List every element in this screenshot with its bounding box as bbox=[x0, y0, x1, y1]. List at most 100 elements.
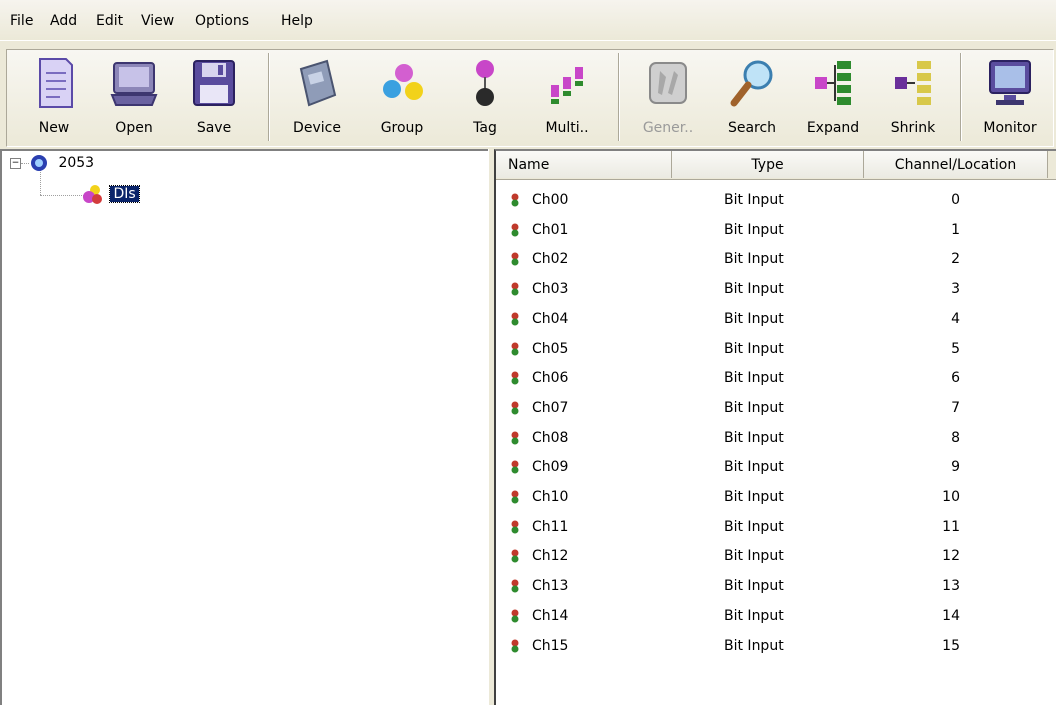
tag-status-icon bbox=[508, 223, 522, 237]
multi-button[interactable]: Multi.. bbox=[534, 51, 600, 145]
tag-status-icon bbox=[508, 282, 522, 296]
column-header-name[interactable]: Name bbox=[496, 151, 672, 178]
tag-status-icon bbox=[508, 639, 522, 653]
row-type: Bit Input bbox=[724, 370, 784, 387]
open-folder-icon bbox=[108, 55, 160, 111]
monitor-button-label: Monitor bbox=[983, 120, 1037, 136]
menu-bar: File Add Edit View Options Help bbox=[0, 0, 1056, 40]
menu-view[interactable]: View bbox=[141, 12, 174, 30]
row-channel: 2 bbox=[951, 251, 960, 268]
row-type: Bit Input bbox=[724, 429, 784, 446]
menu-edit[interactable]: Edit bbox=[96, 12, 123, 30]
tag-pin-icon bbox=[459, 55, 511, 111]
shrink-button[interactable]: Shrink bbox=[882, 51, 944, 145]
tag-status-icon bbox=[508, 431, 522, 445]
row-type: Bit Input bbox=[724, 548, 784, 565]
list-row[interactable]: Ch06 Bit Input 6 bbox=[496, 363, 1056, 393]
group-button-label: Group bbox=[380, 120, 424, 136]
tag-status-icon bbox=[508, 401, 522, 415]
menu-add[interactable]: Add bbox=[50, 12, 77, 30]
tree-expander-2053[interactable]: − bbox=[10, 158, 21, 169]
row-name: Ch14 bbox=[532, 607, 569, 624]
tag-status-icon bbox=[508, 490, 522, 504]
tag-status-icon bbox=[508, 342, 522, 356]
list-row[interactable]: Ch15 Bit Input 15 bbox=[496, 631, 1056, 661]
new-button-label: New bbox=[38, 120, 70, 136]
tag-status-icon bbox=[508, 460, 522, 474]
menu-help[interactable]: Help bbox=[281, 12, 313, 30]
list-row[interactable]: Ch00 Bit Input 0 bbox=[496, 185, 1056, 215]
list-header: Name Type Channel/Location bbox=[496, 151, 1056, 180]
list-row[interactable]: Ch03 Bit Input 3 bbox=[496, 274, 1056, 304]
row-name: Ch10 bbox=[532, 489, 569, 505]
row-channel: 6 bbox=[951, 370, 960, 387]
monitor-icon bbox=[984, 55, 1036, 111]
list-row[interactable]: Ch14 Bit Input 14 bbox=[496, 601, 1056, 631]
row-name: Ch03 bbox=[532, 281, 569, 298]
list-row[interactable]: Ch05 Bit Input 5 bbox=[496, 334, 1056, 364]
open-button[interactable]: Open bbox=[104, 51, 164, 145]
shrink-tree-icon bbox=[887, 55, 939, 111]
new-document-icon bbox=[28, 55, 80, 111]
row-name: Ch01 bbox=[532, 221, 569, 238]
generate-button-label: Gener.. bbox=[642, 120, 694, 136]
tree-node-2053[interactable]: 2053 bbox=[30, 154, 94, 172]
row-type: Bit Input bbox=[724, 578, 784, 595]
list-row[interactable]: Ch01 Bit Input 1 bbox=[496, 215, 1056, 245]
list-row[interactable]: Ch08 Bit Input 8 bbox=[496, 423, 1056, 453]
row-name: Ch04 bbox=[532, 310, 569, 327]
row-type: Bit Input bbox=[724, 459, 784, 476]
tag-button[interactable]: Tag bbox=[462, 51, 508, 145]
row-name: Ch15 bbox=[532, 637, 569, 654]
row-channel: 10 bbox=[942, 489, 960, 505]
search-button[interactable]: Search bbox=[718, 51, 786, 145]
list-row[interactable]: Ch12 Bit Input 12 bbox=[496, 541, 1056, 571]
row-name: Ch09 bbox=[532, 459, 569, 476]
menu-options[interactable]: Options bbox=[195, 12, 249, 30]
save-button-label: Save bbox=[196, 120, 232, 136]
tag-list[interactable]: Name Type Channel/Location Ch00 Bit Input… bbox=[494, 149, 1056, 705]
device-tree[interactable]: − 2053 DIs bbox=[0, 149, 488, 705]
device-button[interactable]: Device bbox=[284, 51, 350, 145]
row-type: Bit Input bbox=[724, 399, 784, 416]
row-name: Ch13 bbox=[532, 578, 569, 595]
list-row[interactable]: Ch07 Bit Input 7 bbox=[496, 393, 1056, 423]
list-row[interactable]: Ch09 Bit Input 9 bbox=[496, 452, 1056, 482]
list-row[interactable]: Ch04 Bit Input 4 bbox=[496, 304, 1056, 334]
multi-button-label: Multi.. bbox=[545, 120, 589, 136]
toolbar: New Open Save Device Group Tag Multi.. G… bbox=[0, 40, 1056, 147]
tree-node-dis[interactable]: DIs bbox=[82, 183, 140, 205]
list-row[interactable]: Ch11 Bit Input 11 bbox=[496, 512, 1056, 542]
list-row[interactable]: Ch02 Bit Input 2 bbox=[496, 244, 1056, 274]
monitor-button[interactable]: Monitor bbox=[970, 51, 1050, 145]
row-type: Bit Input bbox=[724, 518, 784, 535]
shrink-button-label: Shrink bbox=[890, 120, 936, 136]
multi-tags-icon bbox=[541, 55, 593, 111]
row-name: Ch05 bbox=[532, 340, 569, 357]
group-button[interactable]: Group bbox=[372, 51, 432, 145]
row-type: Bit Input bbox=[724, 192, 784, 208]
generate-wrench-icon bbox=[642, 55, 694, 111]
expand-button[interactable]: Expand bbox=[796, 51, 870, 145]
row-channel: 13 bbox=[942, 578, 960, 595]
row-channel: 15 bbox=[942, 637, 960, 654]
group-node-icon bbox=[82, 183, 104, 205]
menu-file[interactable]: File bbox=[10, 12, 33, 30]
toolbar-separator bbox=[618, 53, 620, 141]
expand-tree-icon bbox=[807, 55, 859, 111]
list-row[interactable]: Ch13 Bit Input 13 bbox=[496, 571, 1056, 601]
row-channel: 12 bbox=[942, 548, 960, 565]
row-name: Ch12 bbox=[532, 548, 569, 565]
toolbar-separator bbox=[960, 53, 962, 141]
new-button[interactable]: New bbox=[26, 51, 82, 145]
row-type: Bit Input bbox=[724, 489, 784, 505]
save-button[interactable]: Save bbox=[186, 51, 242, 145]
column-header-type[interactable]: Type bbox=[672, 151, 864, 178]
row-name: Ch00 bbox=[532, 192, 569, 208]
row-channel: 4 bbox=[951, 310, 960, 327]
toolbar-separator bbox=[268, 53, 270, 141]
list-row[interactable]: Ch10 Bit Input 10 bbox=[496, 482, 1056, 512]
magnifier-icon bbox=[726, 55, 778, 111]
column-header-channel[interactable]: Channel/Location bbox=[864, 151, 1048, 178]
generate-button[interactable]: Gener.. bbox=[632, 51, 704, 145]
